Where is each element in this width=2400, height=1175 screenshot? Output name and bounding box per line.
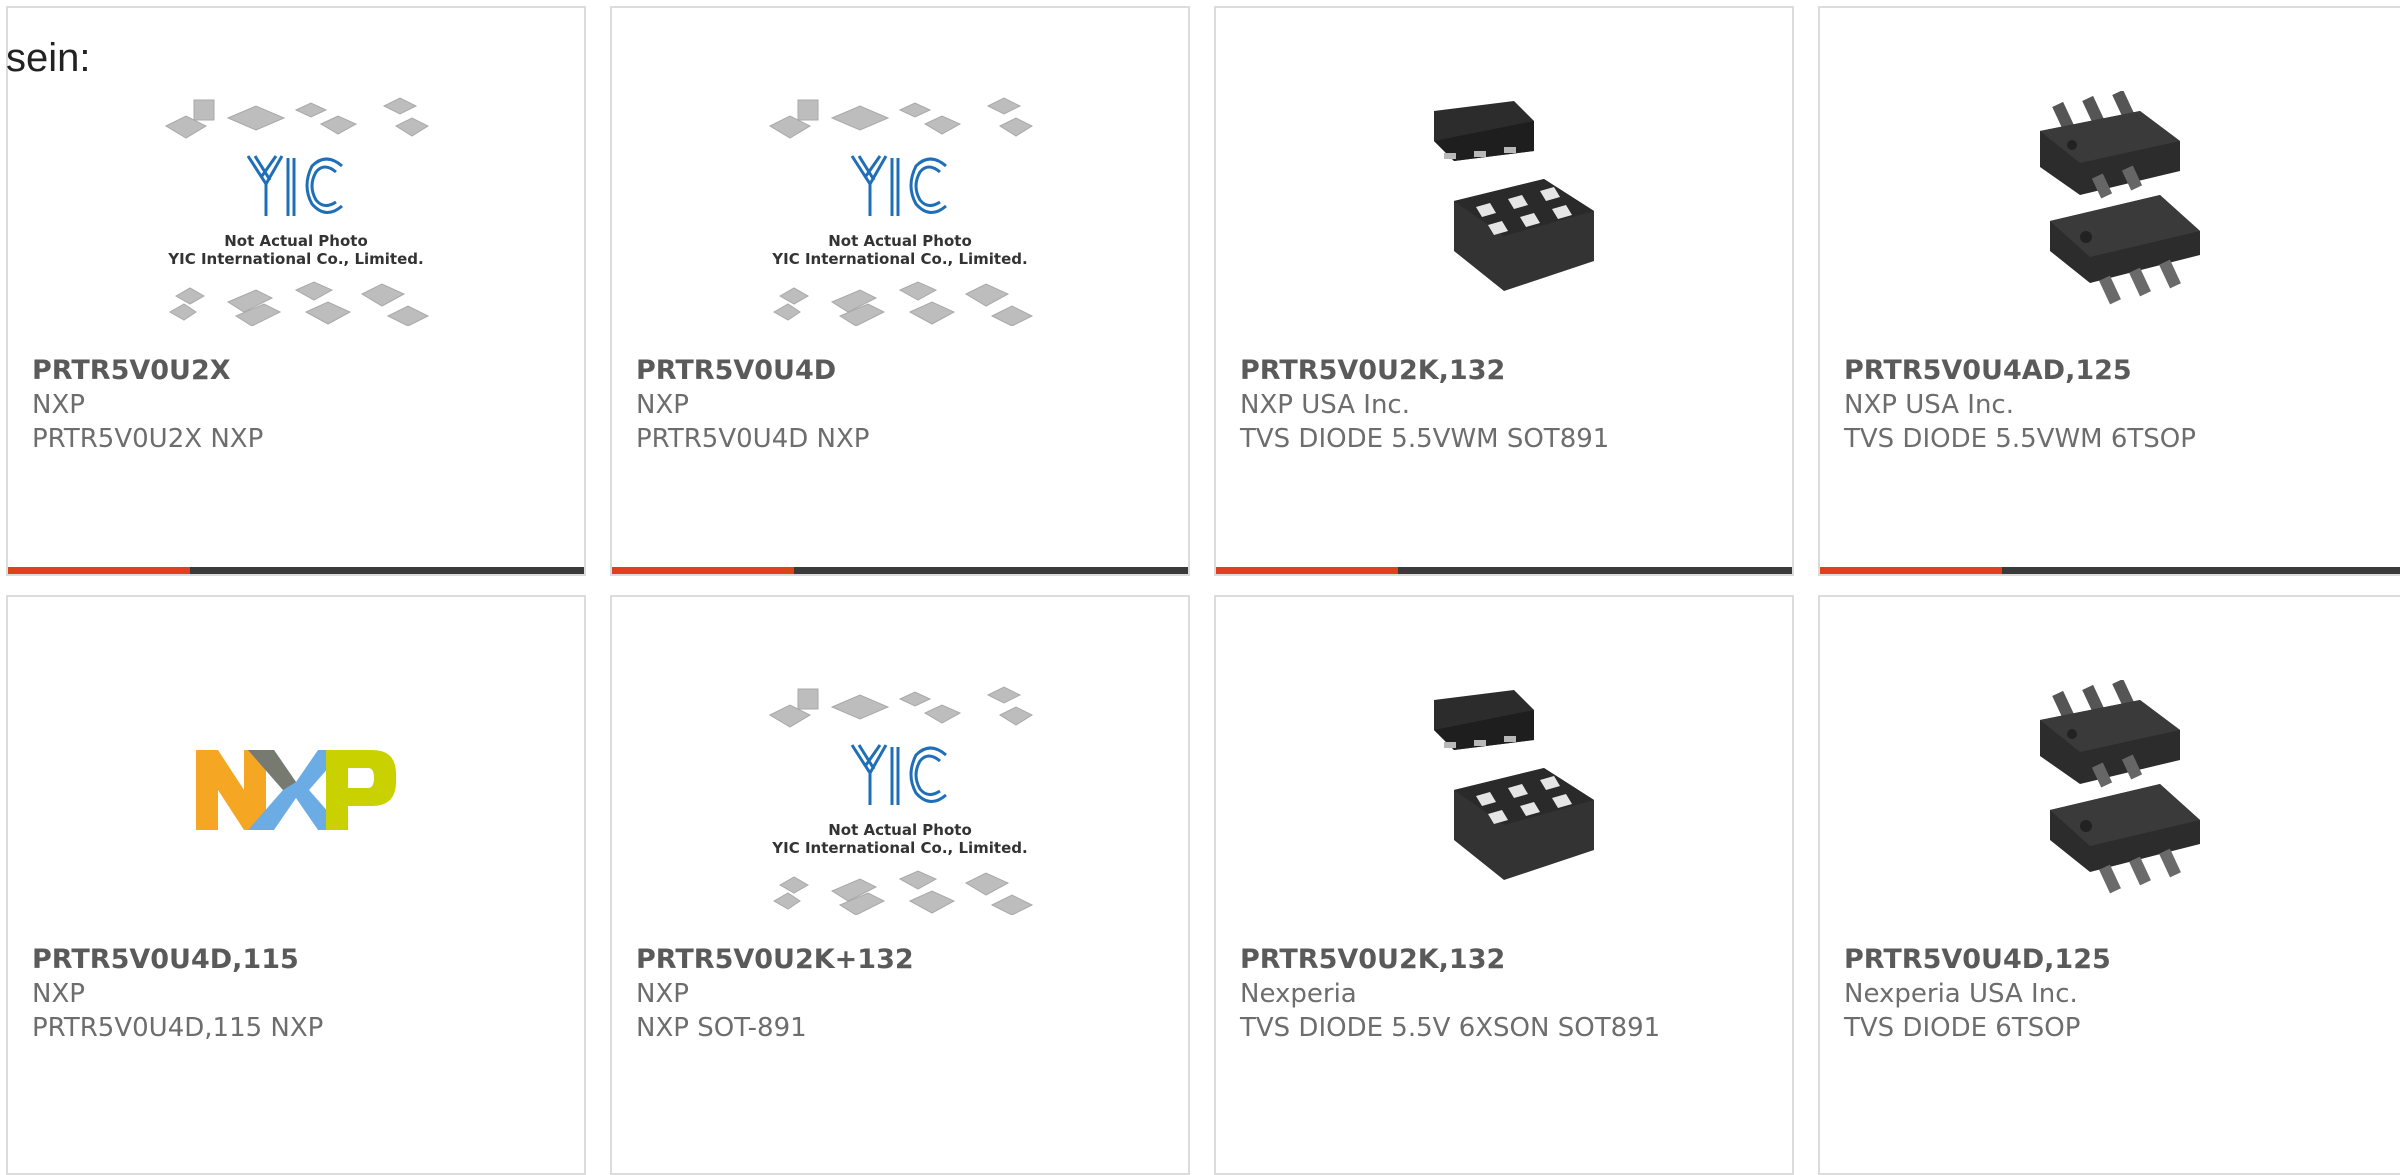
- product-image[interactable]: [1820, 54, 2400, 348]
- nxp-logo-image: [196, 750, 396, 830]
- card-bar-accent: [1216, 567, 1398, 574]
- description: PRTR5V0U4D NXP: [636, 424, 870, 454]
- part-number[interactable]: PRTR5V0U4AD,125: [1844, 354, 2384, 388]
- manufacturer: NXP USA Inc.: [1844, 390, 2014, 420]
- product-card[interactable]: PRTR5V0U2K,132 NXP USA Inc. TVS DIODE 5.…: [1214, 6, 1794, 576]
- manufacturer: Nexperia: [1240, 979, 1357, 1009]
- description: NXP SOT-891: [636, 1013, 807, 1043]
- tsop6-package-image: [2010, 680, 2210, 900]
- manufacturer: Nexperia USA Inc.: [1844, 979, 2078, 1009]
- card-bar: [612, 567, 1188, 574]
- part-number[interactable]: PRTR5V0U2K,132: [1240, 354, 1776, 388]
- sot891-package-image: [1404, 91, 1604, 311]
- product-card[interactable]: PRTR5V0U4D,115 NXP PRTR5V0U4D,115 NXP: [6, 595, 586, 1175]
- description: PRTR5V0U2X NXP: [32, 424, 264, 454]
- yic-placeholder-image: [156, 76, 436, 326]
- card-bar-accent: [1820, 567, 2002, 574]
- product-image-placeholder[interactable]: [612, 54, 1188, 348]
- part-number[interactable]: PRTR5V0U2K,132: [1240, 943, 1776, 977]
- intro-text: sein:: [6, 36, 91, 80]
- tsop6-package-image: [2010, 91, 2210, 311]
- part-number[interactable]: PRTR5V0U4D,115: [32, 943, 568, 977]
- product-image[interactable]: [1216, 54, 1792, 348]
- description: TVS DIODE 6TSOP: [1844, 1013, 2081, 1043]
- yic-placeholder-image: [760, 76, 1040, 326]
- manufacturer: NXP: [32, 979, 85, 1009]
- product-card[interactable]: PRTR5V0U2K+132 NXP NXP SOT-891: [610, 595, 1190, 1175]
- product-card[interactable]: PRTR5V0U2K,132 Nexperia TVS DIODE 5.5V 6…: [1214, 595, 1794, 1175]
- manufacturer: NXP: [636, 390, 689, 420]
- part-number[interactable]: PRTR5V0U2K+132: [636, 943, 1172, 977]
- part-number[interactable]: PRTR5V0U4D: [636, 354, 1172, 388]
- yic-placeholder-image: [760, 665, 1040, 915]
- card-bar: [8, 567, 584, 574]
- sot891-package-image: [1404, 680, 1604, 900]
- description: TVS DIODE 5.5V 6XSON SOT891: [1240, 1013, 1661, 1043]
- card-bar-accent: [8, 567, 190, 574]
- product-image[interactable]: [1820, 643, 2400, 937]
- product-image[interactable]: [8, 643, 584, 937]
- card-bar-accent: [612, 567, 794, 574]
- description: TVS DIODE 5.5VWM SOT891: [1240, 424, 1610, 454]
- product-card[interactable]: PRTR5V0U4AD,125 NXP USA Inc. TVS DIODE 5…: [1818, 6, 2400, 576]
- description: PRTR5V0U4D,115 NXP: [32, 1013, 324, 1043]
- part-number[interactable]: PRTR5V0U2X: [32, 354, 568, 388]
- part-number[interactable]: PRTR5V0U4D,125: [1844, 943, 2384, 977]
- manufacturer: NXP: [32, 390, 85, 420]
- product-image-placeholder[interactable]: [612, 643, 1188, 937]
- card-bar: [1820, 567, 2400, 574]
- manufacturer: NXP USA Inc.: [1240, 390, 1410, 420]
- card-bar: [1216, 567, 1792, 574]
- product-card[interactable]: PRTR5V0U4D,125 Nexperia USA Inc. TVS DIO…: [1818, 595, 2400, 1175]
- product-card[interactable]: PRTR5V0U4D NXP PRTR5V0U4D NXP: [610, 6, 1190, 576]
- manufacturer: NXP: [636, 979, 689, 1009]
- description: TVS DIODE 5.5VWM 6TSOP: [1844, 424, 2196, 454]
- product-image[interactable]: [1216, 643, 1792, 937]
- product-card[interactable]: PRTR5V0U2X NXP PRTR5V0U2X NXP: [6, 6, 586, 576]
- product-image-placeholder[interactable]: [8, 54, 584, 348]
